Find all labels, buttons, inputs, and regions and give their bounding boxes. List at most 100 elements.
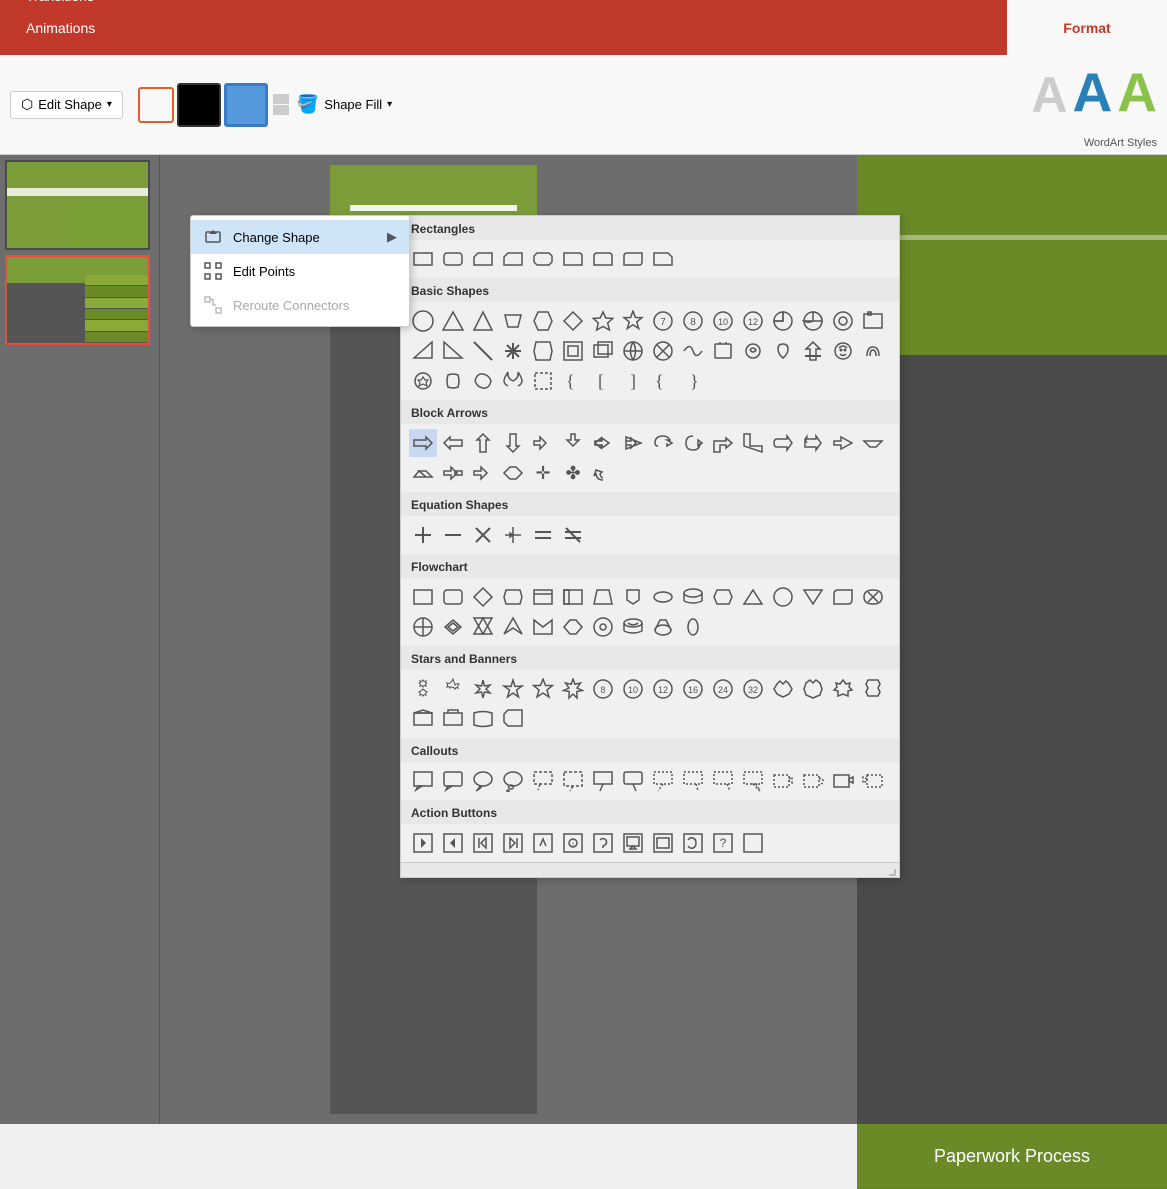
shape-btn[interactable]: 8 xyxy=(589,675,617,703)
wordart-a-blue[interactable]: A xyxy=(1073,65,1113,120)
shape-btn[interactable] xyxy=(499,367,527,395)
shape-btn[interactable]: 24 xyxy=(709,675,737,703)
shape-btn[interactable] xyxy=(739,583,767,611)
shape-btn[interactable]: { xyxy=(649,367,677,395)
shape-btn[interactable] xyxy=(469,459,497,487)
shape-btn[interactable] xyxy=(409,705,437,733)
shape-btn-highlighted[interactable] xyxy=(409,429,437,457)
shape-btn[interactable] xyxy=(589,459,617,487)
shape-btn[interactable]: ] xyxy=(619,367,647,395)
shape-btn[interactable] xyxy=(679,613,707,641)
shape-btn[interactable] xyxy=(409,337,437,365)
shape-btn[interactable] xyxy=(409,245,437,273)
shape-btn[interactable] xyxy=(589,583,617,611)
shape-btn[interactable] xyxy=(409,459,437,487)
shape-btn[interactable] xyxy=(469,675,497,703)
shape-btn[interactable] xyxy=(589,613,617,641)
shape-btn[interactable] xyxy=(769,307,797,335)
shape-btn[interactable] xyxy=(829,307,857,335)
shape-btn[interactable] xyxy=(469,245,497,273)
shape-btn[interactable]: 10 xyxy=(619,675,647,703)
shape-btn[interactable] xyxy=(679,767,707,795)
shape-btn[interactable] xyxy=(829,337,857,365)
shape-btn[interactable]: { xyxy=(559,367,587,395)
shape-btn[interactable] xyxy=(439,613,467,641)
shape-btn[interactable] xyxy=(409,829,437,857)
shape-btn[interactable] xyxy=(529,767,557,795)
edit-points-menu-item[interactable]: Edit Points xyxy=(191,254,409,288)
shape-btn[interactable] xyxy=(469,767,497,795)
shape-btn[interactable] xyxy=(769,337,797,365)
shape-btn[interactable]: 10 xyxy=(709,307,737,335)
shape-btn[interactable] xyxy=(589,337,617,365)
shape-btn[interactable] xyxy=(499,583,527,611)
menu-item-transitions[interactable]: Transitions xyxy=(10,0,112,12)
shape-btn[interactable] xyxy=(409,613,437,641)
shape-btn[interactable]: [ xyxy=(589,367,617,395)
shape-btn[interactable] xyxy=(439,767,467,795)
shape-btn[interactable] xyxy=(619,307,647,335)
shape-btn[interactable] xyxy=(439,337,467,365)
shape-btn[interactable] xyxy=(529,521,557,549)
shape-btn[interactable] xyxy=(589,307,617,335)
shape-btn[interactable] xyxy=(469,429,497,457)
shape-btn[interactable] xyxy=(649,767,677,795)
shape-btn[interactable] xyxy=(769,429,797,457)
shape-btn[interactable] xyxy=(709,767,737,795)
shape-btn[interactable] xyxy=(409,675,437,703)
shape-btn[interactable] xyxy=(679,829,707,857)
shape-btn[interactable] xyxy=(829,767,857,795)
shape-btn[interactable] xyxy=(619,337,647,365)
shape-btn[interactable] xyxy=(559,245,587,273)
shape-btn[interactable] xyxy=(619,613,647,641)
shape-btn[interactable] xyxy=(529,307,557,335)
shape-btn[interactable] xyxy=(559,613,587,641)
shape-btn[interactable] xyxy=(859,337,887,365)
shape-btn[interactable] xyxy=(709,337,737,365)
shape-btn[interactable] xyxy=(499,829,527,857)
shape-btn[interactable] xyxy=(469,705,497,733)
shape-btn[interactable] xyxy=(649,613,677,641)
shape-btn[interactable] xyxy=(529,583,557,611)
shape-btn[interactable] xyxy=(469,583,497,611)
shape-btn[interactable] xyxy=(559,337,587,365)
shape-btn[interactable] xyxy=(679,337,707,365)
shape-btn[interactable]: ✤ xyxy=(559,459,587,487)
shape-btn[interactable] xyxy=(739,829,767,857)
shape-btn[interactable] xyxy=(739,767,767,795)
shape-btn[interactable] xyxy=(769,675,797,703)
shape-btn[interactable] xyxy=(859,429,887,457)
shape-scroll-up[interactable] xyxy=(273,94,289,104)
shape-btn[interactable] xyxy=(679,583,707,611)
shape-btn[interactable] xyxy=(439,583,467,611)
shape-btn[interactable] xyxy=(589,429,617,457)
shape-scroll-down[interactable] xyxy=(273,105,289,115)
shape-btn[interactable] xyxy=(499,459,527,487)
shape-btn[interactable] xyxy=(439,367,467,395)
wordart-a-green[interactable]: A xyxy=(1117,65,1157,120)
shape-btn[interactable] xyxy=(529,613,557,641)
shape-btn[interactable] xyxy=(559,675,587,703)
shape-btn[interactable] xyxy=(799,767,827,795)
shape-btn[interactable] xyxy=(409,583,437,611)
shape-btn[interactable] xyxy=(469,613,497,641)
resize-handle[interactable] xyxy=(887,865,897,875)
shape-btn[interactable] xyxy=(499,705,527,733)
shape-btn[interactable] xyxy=(769,583,797,611)
shape-btn[interactable] xyxy=(469,829,497,857)
shape-btn[interactable] xyxy=(619,245,647,273)
shape-btn[interactable] xyxy=(499,767,527,795)
slide-thumb-2[interactable] xyxy=(5,255,150,345)
shape-btn[interactable] xyxy=(679,429,707,457)
shape-btn[interactable]: 8 xyxy=(679,307,707,335)
shape-btn[interactable]: 12 xyxy=(739,307,767,335)
shape-btn[interactable] xyxy=(709,583,737,611)
shape-preview-1[interactable] xyxy=(138,87,174,123)
shape-btn[interactable] xyxy=(559,583,587,611)
shape-btn[interactable] xyxy=(469,307,497,335)
shape-btn[interactable] xyxy=(619,429,647,457)
shape-btn[interactable] xyxy=(529,675,557,703)
shape-btn[interactable]: 16 xyxy=(679,675,707,703)
shape-btn[interactable] xyxy=(589,245,617,273)
shape-btn[interactable] xyxy=(559,521,587,549)
